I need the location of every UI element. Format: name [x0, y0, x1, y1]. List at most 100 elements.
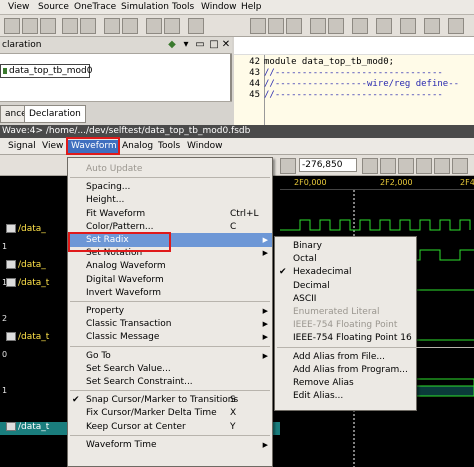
submenu-arrow-icon: ▶ [262, 249, 268, 258]
wave-menu-tools[interactable]: Tools [158, 141, 180, 151]
menu-item-edit-alias[interactable]: Edit Alias... [275, 389, 416, 403]
close-icon[interactable]: ✕ [220, 39, 232, 51]
toolbar-button[interactable] [376, 18, 392, 34]
menu-item-label: Octal [293, 254, 317, 265]
menu-item-fit-waveform[interactable]: Fit Waveform Ctrl+L [68, 207, 272, 221]
menu-item-go-to[interactable]: Go To ▶ [68, 349, 272, 363]
signal-group-number: 2 [2, 314, 8, 323]
signal-group-number: 1 [2, 242, 8, 251]
toolbar-button[interactable] [40, 18, 56, 34]
code-topbar [234, 37, 474, 55]
menu-item-hexadecimal[interactable]: ✔ Hexadecimal [275, 265, 416, 279]
menu-separator [70, 390, 270, 392]
menu-item-spacing[interactable]: Spacing... [68, 180, 272, 194]
toolbar-button[interactable] [398, 158, 414, 174]
pane-float-icon[interactable]: ▭ [194, 39, 206, 51]
toolbar-button[interactable] [22, 18, 38, 34]
menu-item-label: Fit Waveform [86, 208, 146, 219]
code-line[interactable]: 42 module data_top_tb_mod0; [234, 57, 474, 68]
menu-item-keep-cursor-at-center[interactable]: Keep Cursor at Center Y [68, 420, 272, 434]
menu-item-ieee-754-floating-point-16[interactable]: IEEE-754 Floating Point 16 [275, 331, 416, 345]
menu-item-digital-waveform[interactable]: Digital Waveform [68, 273, 272, 287]
menu-item-waveform-time[interactable]: Waveform Time ▶ [68, 438, 272, 452]
menu-item-property[interactable]: Property ▶ [68, 304, 272, 318]
menu-item-label: Invert Waveform [86, 287, 161, 298]
cursor-time-field[interactable]: -276,850 [299, 158, 357, 172]
menu-item-classic-message[interactable]: Classic Message ▶ [68, 330, 272, 344]
toolbar-button[interactable] [188, 18, 204, 34]
menu-item-set-search-value[interactable]: Set Search Value... [68, 362, 272, 376]
toolbar-button[interactable] [400, 18, 416, 34]
toolbar-button[interactable] [328, 18, 344, 34]
code-line[interactable]: 45 //------------------------------- [234, 90, 474, 101]
menu-item-add-alias-from-program[interactable]: Add Alias from Program... [275, 363, 416, 377]
toolbar-button[interactable] [250, 18, 266, 34]
top-toolbar [0, 15, 474, 37]
waveform-menu: Auto Update Spacing... Height... Fit Wavefo… [67, 157, 273, 467]
tab-declaration[interactable]: Declaration [24, 105, 86, 123]
menu-onetrace[interactable]: OneTrace [74, 2, 116, 12]
line-text: //------------------------------- [264, 90, 443, 100]
menu-item-label: Analog Waveform [86, 261, 166, 272]
menu-item-label: Enumerated Literal [293, 307, 380, 317]
menu-item-remove-alias[interactable]: Remove Alias [275, 376, 416, 390]
toolbar-button[interactable] [104, 18, 120, 34]
menu-item-invert-waveform[interactable]: Invert Waveform [68, 286, 272, 300]
toolbar-button[interactable] [280, 158, 296, 174]
menu-help[interactable]: Help [241, 2, 262, 12]
menu-item-shortcut: C [230, 221, 237, 232]
code-line[interactable]: 44 //-----------------wire/reg define-- [234, 79, 474, 90]
submenu-arrow-icon: ▶ [262, 307, 268, 315]
toolbar-button[interactable] [380, 158, 396, 174]
toolbar-button[interactable] [286, 18, 302, 34]
signal-name: /data_ [18, 224, 46, 234]
wave-menu-analog[interactable]: Analog [122, 141, 153, 151]
menu-tools[interactable]: Tools [172, 2, 194, 12]
toolbar-button[interactable] [268, 18, 284, 34]
signal-group-number: 1 [2, 386, 8, 395]
wave-menu-view[interactable]: View [42, 141, 63, 151]
menu-item-snap-cursor-marker-to-transitions[interactable]: ✔ Snap Cursor/Marker to Transitions S [68, 393, 272, 407]
pane-maximize-icon[interactable]: □ [208, 39, 220, 51]
menu-window[interactable]: Window [201, 2, 237, 12]
pin-icon[interactable]: ◆ [166, 39, 178, 51]
toolbar-button[interactable] [424, 18, 440, 34]
menu-item-fix-cursor-marker-delta-time[interactable]: Fix Cursor/Marker Delta Time X [68, 406, 272, 420]
menu-item-decimal[interactable]: Decimal [275, 279, 416, 293]
submenu-arrow-icon: ▶ [262, 333, 268, 342]
toolbar-button[interactable] [122, 18, 138, 34]
menu-item-add-alias-from-file[interactable]: Add Alias from File... [275, 350, 416, 364]
code-line[interactable]: 43 //------------------------------- [234, 68, 474, 79]
menu-item-octal[interactable]: Octal [275, 252, 416, 266]
toolbar-button[interactable] [310, 18, 326, 34]
menu-separator [70, 345, 270, 347]
toolbar-button[interactable] [362, 158, 378, 174]
toolbar-button[interactable] [146, 18, 162, 34]
toolbar-button[interactable] [452, 158, 468, 174]
menu-item-label: Snap Cursor/Marker to Transitions [86, 395, 239, 406]
toolbar-button[interactable] [416, 158, 432, 174]
wave-menu-signal[interactable]: Signal [8, 141, 36, 151]
toolbar-button[interactable] [448, 18, 464, 34]
menu-simulation[interactable]: Simulation [121, 2, 169, 12]
menu-item-label: Decimal [293, 280, 330, 291]
menu-source[interactable]: Source [38, 2, 69, 12]
toolbar-button[interactable] [4, 18, 20, 34]
menu-item-set-search-constraint[interactable]: Set Search Constraint... [68, 375, 272, 389]
submenu-arrow-icon: ▶ [262, 320, 268, 329]
menu-item-analog-waveform[interactable]: Analog Waveform [68, 259, 272, 273]
menu-item-classic-transaction[interactable]: Classic Transaction ▶ [68, 317, 272, 331]
menu-item-ascii[interactable]: ASCII [275, 292, 416, 306]
menu-item-binary[interactable]: Binary [275, 239, 416, 253]
toolbar-button[interactable] [80, 18, 96, 34]
wave-menu-window[interactable]: Window [187, 141, 223, 151]
toolbar-button[interactable] [352, 18, 368, 34]
toolbar-button[interactable] [164, 18, 180, 34]
toolbar-button[interactable] [62, 18, 78, 34]
menu-view[interactable]: View [8, 2, 29, 12]
top-menubar: View Source OneTrace Simulation Tools Window H… [0, 0, 474, 15]
declaration-item[interactable]: data_top_tb_mod0 [0, 64, 92, 78]
pane-menu-icon[interactable]: ▾ [180, 39, 192, 51]
menu-item-height[interactable]: Height... [68, 193, 272, 207]
toolbar-button[interactable] [434, 158, 450, 174]
